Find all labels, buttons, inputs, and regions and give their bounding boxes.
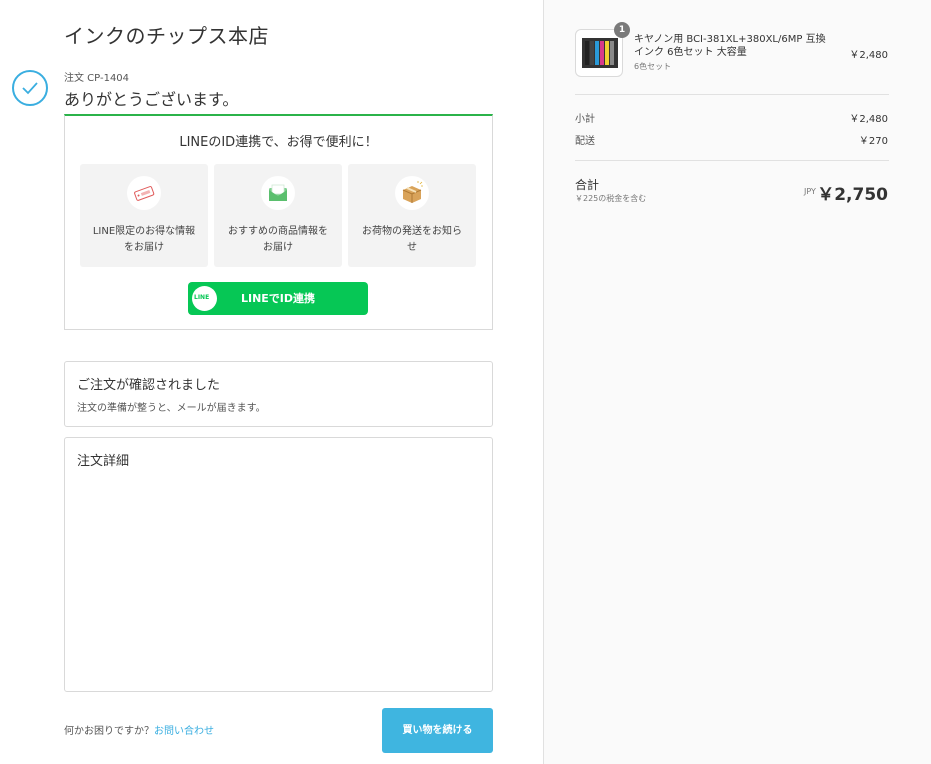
line-feature-deals: LINE限定のお得な情報をお届け — [80, 164, 208, 267]
envelope-icon — [261, 176, 295, 210]
confirmation-box: ご注文が確認されました 注文の準備が整うと、メールが届きます。 — [64, 361, 493, 427]
product-thumbnail — [575, 29, 623, 77]
contact-link[interactable]: お問い合わせ — [154, 726, 214, 737]
line-promo-box: LINEのID連携で、お得で便利に！ LINE限定のお得な情報をお届け おすすめ… — [64, 114, 493, 330]
thank-you-heading: ありがとうございます。 — [64, 90, 239, 109]
quantity-badge: 1 — [614, 22, 630, 38]
shipping-label: 配送 — [575, 136, 595, 147]
tax-note: ￥225の税金を含む — [575, 194, 647, 203]
line-logo-icon: LINE — [192, 286, 217, 311]
product-name: キヤノン用 BCI-381XL+380XL/6MP 互換インク 6色セット 大容… — [634, 34, 826, 58]
check-icon — [12, 70, 48, 106]
sale-tag-icon — [127, 176, 161, 210]
currency-code: JPY — [804, 187, 816, 196]
feature-text: おすすめの商品情報をお届け — [228, 226, 328, 253]
order-number: 注文 CP-1404 — [64, 73, 130, 84]
package-icon — [395, 176, 429, 210]
subtotal-value: ￥2,480 — [849, 114, 888, 125]
line-connect-label: LINEでID連携 — [240, 292, 316, 305]
total-value: ￥2,750 — [817, 185, 888, 205]
order-details-box: 注文詳細 — [64, 437, 493, 692]
divider — [575, 94, 889, 95]
help-question: 何かお困りですか？ — [64, 726, 154, 737]
confirmation-title: ご注文が確認されました — [77, 378, 221, 393]
line-connect-button[interactable]: LINE LINEでID連携 — [188, 282, 368, 315]
divider — [575, 160, 889, 161]
total-label: 合計 — [575, 178, 600, 192]
main-content: インクのチップス本店 注文 CP-1404 ありがとうございます。 LINEのI… — [0, 0, 543, 764]
product-price: ￥2,480 — [849, 50, 888, 61]
feature-text: お荷物の発送をお知らせ — [362, 226, 462, 253]
shop-name[interactable]: インクのチップス本店 — [64, 20, 269, 49]
order-details-title: 注文詳細 — [77, 454, 130, 469]
confirmation-subtitle: 注文の準備が整うと、メールが届きます。 — [77, 403, 266, 414]
subtotal-label: 小計 — [575, 114, 595, 125]
help-text: 何かお困りですか？お問い合わせ — [64, 722, 214, 737]
line-feature-recommend: おすすめの商品情報をお届け — [214, 164, 342, 267]
continue-shopping-button[interactable]: 買い物を続ける — [382, 708, 493, 753]
product-variant: 6色セット — [634, 62, 672, 71]
line-promo-title: LINEのID連携で、お得で便利に！ — [179, 135, 378, 150]
shipping-value: ￥270 — [858, 136, 888, 147]
feature-text: LINE限定のお得な情報をお届け — [92, 226, 196, 253]
line-feature-shipping: お荷物の発送をお知らせ — [348, 164, 476, 267]
